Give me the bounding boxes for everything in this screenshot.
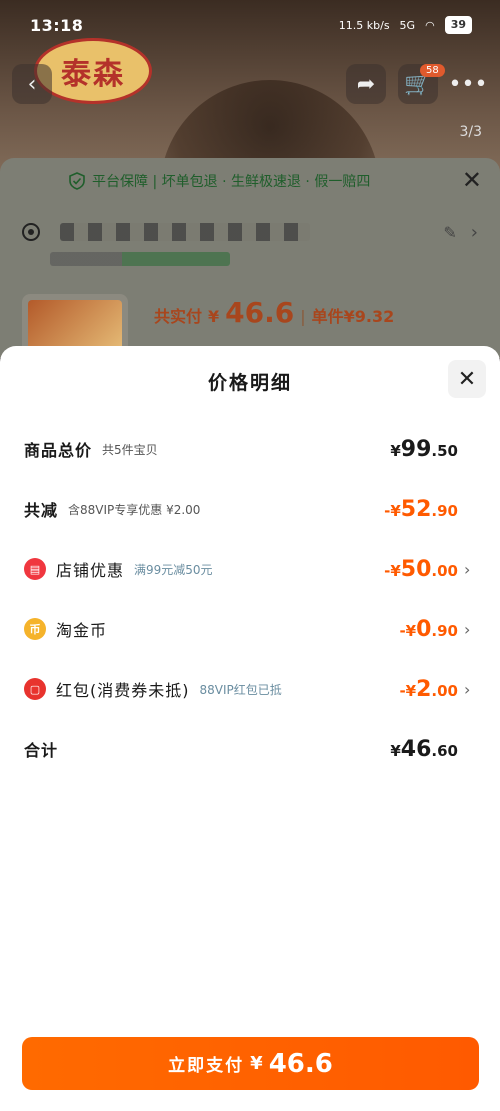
close-icon: ✕ (461, 166, 482, 194)
amount-decimal: .90 (431, 501, 458, 520)
pay-total-label: 共实付 (154, 307, 203, 326)
sheet-title: 价格明细 (207, 372, 292, 394)
share-button[interactable]: ➦ (346, 64, 386, 104)
chevron-right-icon: › (470, 221, 478, 243)
share-icon: ➦ (356, 71, 376, 97)
status-bar: 13:18 11.5 kb/s 5G ◠ 39 (0, 0, 500, 50)
back-button[interactable]: ‹ (12, 64, 52, 104)
shield-icon (69, 172, 85, 190)
row-sub: 88VIP红包已抵 (199, 682, 282, 697)
amount-currency: -¥ (384, 561, 401, 580)
row-sub: 满99元减50元 (134, 562, 213, 577)
pay-now-amount: 46.6 (268, 1048, 333, 1079)
location-icon (22, 223, 40, 241)
amount-decimal: .00 (431, 681, 458, 700)
row-sub: 共5件宝贝 (102, 442, 158, 457)
row-sub: 含88VIP专享优惠 ¥2.00 (68, 502, 201, 517)
pay-total-summary: 共实付 ¥ 46.6 | 单件¥9.32 (154, 296, 394, 329)
row-amount: -¥ 52.90 (384, 497, 458, 522)
status-icons: 11.5 kb/s 5G ◠ 39 (339, 16, 472, 34)
close-icon: ✕ (457, 366, 477, 392)
amount-currency: -¥ (384, 501, 401, 520)
row-amount: -¥ 0.90 (399, 617, 458, 642)
cart-badge: 58 (420, 64, 445, 77)
pay-total-yen: ¥ (208, 307, 220, 326)
amount-integer: 52 (400, 496, 432, 522)
row-label: 合计 (24, 741, 59, 760)
unit-price: 单件¥9.32 (311, 307, 395, 326)
price-detail-sheet: 价格明细 ✕ 商品总价 共5件宝贝 ¥99.50 › 共减 含88VIP专享优惠… (0, 346, 500, 1111)
guarantee-bar[interactable]: 平台保障 | 坏单包退 · 生鲜极速退 · 假一赔四 (0, 158, 500, 204)
back-icon: ‹ (27, 71, 37, 97)
row-shop-discount[interactable]: ▤ 店铺优惠 满99元减50元 -¥ 50.00 › (24, 549, 476, 589)
amount-integer: 50 (400, 556, 432, 582)
row-amount: ¥99.50 (390, 437, 458, 462)
address-row[interactable]: ✎ › (22, 214, 478, 250)
row-grand-total: 合计 ¥46.60 › (24, 729, 476, 769)
chevron-right-icon: › (464, 679, 471, 699)
pay-total-separator: | (300, 307, 306, 326)
net-speed: 11.5 kb/s (338, 18, 390, 32)
amount-integer: 99 (400, 436, 432, 462)
row-amount: ¥46.60 (390, 737, 458, 762)
battery-level: 39 (444, 16, 472, 34)
row-amount: -¥ 50.00 (384, 557, 458, 582)
wifi-icon: ◠ (425, 18, 435, 32)
amount-decimal: .90 (431, 621, 458, 640)
row-amount: -¥ 2.00 (399, 677, 458, 702)
address-detail-blurred (50, 252, 230, 266)
row-label: 商品总价 (24, 441, 93, 460)
amount-decimal: .00 (431, 561, 458, 580)
amount-integer: 0 (416, 616, 432, 642)
row-taojinbi[interactable]: 币 淘金币 -¥ 0.90 › (24, 609, 476, 649)
sheet-close-button[interactable]: ✕ (448, 360, 486, 398)
more-button[interactable]: ••• (448, 64, 488, 104)
chevron-right-icon: › (464, 559, 471, 579)
amount-currency: -¥ (399, 621, 417, 640)
pay-now-button[interactable]: 立即支付 ¥ 46.6 (22, 1037, 479, 1090)
row-label: 共减 (24, 501, 59, 520)
row-label: 红包(消费券未抵) (56, 681, 190, 700)
red-packet-icon: ▢ (24, 678, 46, 700)
chevron-right-icon: › (464, 619, 471, 639)
row-label: 淘金币 (56, 621, 108, 640)
network-type: 5G (399, 18, 416, 32)
guarantee-text: 平台保障 | 坏单包退 · 生鲜极速退 · 假一赔四 (92, 174, 371, 190)
page-indicator: 3/3 (459, 124, 482, 140)
pay-now-currency: ¥ (250, 1053, 263, 1074)
amount-currency: ¥ (390, 441, 401, 460)
pay-total-value: 46.6 (225, 296, 295, 329)
amount-decimal: .50 (431, 441, 458, 460)
status-time: 13:18 (30, 15, 84, 35)
amount-currency: -¥ (399, 681, 417, 700)
shop-icon: ▤ (24, 558, 46, 580)
amount-integer: 2 (416, 676, 432, 702)
amount-currency: ¥ (390, 741, 401, 760)
address-blurred (60, 223, 310, 241)
amount-decimal: .60 (431, 741, 458, 760)
brand-logo-text: 泰森 (61, 57, 125, 92)
row-label: 店铺优惠 (56, 561, 125, 580)
row-total-discount: 共减 含88VIP专享优惠 ¥2.00 -¥52.90 › (24, 489, 476, 529)
row-goods-total: 商品总价 共5件宝贝 ¥99.50 › (24, 429, 476, 469)
edit-icon[interactable]: ✎ (443, 223, 456, 242)
coin-icon: 币 (24, 618, 46, 640)
order-sheet-close-button[interactable]: ✕ (462, 166, 482, 194)
pay-now-label: 立即支付 (168, 1056, 245, 1076)
amount-integer: 46 (400, 736, 432, 762)
more-icon: ••• (448, 71, 488, 97)
row-red-packet[interactable]: ▢ 红包(消费券未抵) 88VIP红包已抵 -¥ 2.00 › (24, 669, 476, 709)
